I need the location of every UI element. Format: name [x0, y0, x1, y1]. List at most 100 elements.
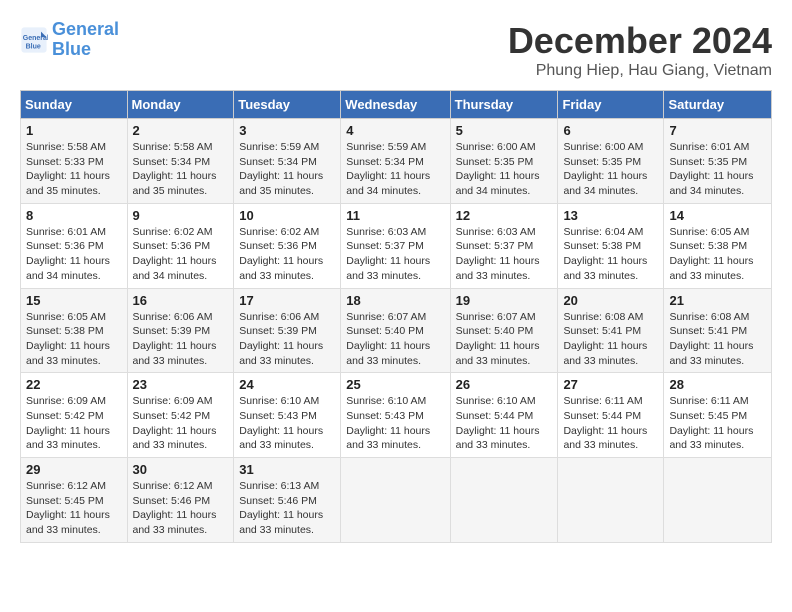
calendar-cell: 21 Sunrise: 6:08 AM Sunset: 5:41 PM Dayli…	[664, 288, 772, 373]
calendar-cell	[450, 458, 558, 543]
calendar-cell: 19Sunrise: 6:07 AM Sunset: 5:40 PM Dayli…	[450, 288, 558, 373]
day-number: 1	[26, 123, 122, 138]
day-detail: Sunrise: 6:06 AM Sunset: 5:39 PM Dayligh…	[239, 310, 335, 369]
logo: General Blue General Blue	[20, 20, 119, 60]
day-number: 3	[239, 123, 335, 138]
day-number: 2	[133, 123, 229, 138]
calendar-cell	[664, 458, 772, 543]
calendar-cell: 27Sunrise: 6:11 AM Sunset: 5:44 PM Dayli…	[558, 373, 664, 458]
day-number: 7	[669, 123, 766, 138]
day-detail: Sunrise: 6:13 AM Sunset: 5:46 PM Dayligh…	[239, 479, 335, 538]
day-number: 25	[346, 377, 444, 392]
svg-text:Blue: Blue	[26, 43, 41, 50]
day-detail: Sunrise: 6:08 AM Sunset: 5:41 PM Dayligh…	[563, 310, 658, 369]
calendar-header-row: SundayMondayTuesdayWednesdayThursdayFrid…	[21, 91, 772, 119]
day-number: 18	[346, 293, 444, 308]
day-detail: Sunrise: 6:07 AM Sunset: 5:40 PM Dayligh…	[346, 310, 444, 369]
day-detail: Sunrise: 6:09 AM Sunset: 5:42 PM Dayligh…	[26, 394, 122, 453]
calendar-subtitle: Phung Hiep, Hau Giang, Vietnam	[508, 62, 772, 80]
calendar-cell: 25 Sunrise: 6:10 AM Sunset: 5:43 PM Dayli…	[341, 373, 450, 458]
calendar-day-header: Wednesday	[341, 91, 450, 119]
calendar-cell: 28Sunrise: 6:11 AM Sunset: 5:45 PM Dayli…	[664, 373, 772, 458]
calendar-cell: 10 Sunrise: 6:02 AM Sunset: 5:36 PM Dayli…	[234, 203, 341, 288]
day-detail: Sunrise: 6:00 AM Sunset: 5:35 PM Dayligh…	[563, 140, 658, 199]
day-number: 10	[239, 208, 335, 223]
calendar-body: 1Sunrise: 5:58 AM Sunset: 5:33 PM Daylig…	[21, 119, 772, 543]
day-number: 14	[669, 208, 766, 223]
day-number: 6	[563, 123, 658, 138]
day-detail: Sunrise: 6:06 AM Sunset: 5:39 PM Dayligh…	[133, 310, 229, 369]
day-number: 28	[669, 377, 766, 392]
calendar-cell: 23Sunrise: 6:09 AM Sunset: 5:42 PM Dayli…	[127, 373, 234, 458]
calendar-day-header: Sunday	[21, 91, 128, 119]
calendar-cell: 13 Sunrise: 6:04 AM Sunset: 5:38 PM Dayli…	[558, 203, 664, 288]
logo-icon: General Blue	[20, 26, 48, 54]
day-detail: Sunrise: 6:00 AM Sunset: 5:35 PM Dayligh…	[456, 140, 553, 199]
day-detail: Sunrise: 6:02 AM Sunset: 5:36 PM Dayligh…	[239, 225, 335, 284]
day-detail: Sunrise: 6:12 AM Sunset: 5:45 PM Dayligh…	[26, 479, 122, 538]
day-detail: Sunrise: 6:12 AM Sunset: 5:46 PM Dayligh…	[133, 479, 229, 538]
page-header: General Blue General Blue December 2024 …	[20, 20, 772, 80]
day-number: 15	[26, 293, 122, 308]
day-detail: Sunrise: 6:10 AM Sunset: 5:43 PM Dayligh…	[346, 394, 444, 453]
day-detail: Sunrise: 6:01 AM Sunset: 5:36 PM Dayligh…	[26, 225, 122, 284]
day-detail: Sunrise: 6:07 AM Sunset: 5:40 PM Dayligh…	[456, 310, 553, 369]
calendar-cell: 1Sunrise: 5:58 AM Sunset: 5:33 PM Daylig…	[21, 119, 128, 204]
calendar-day-header: Monday	[127, 91, 234, 119]
day-number: 8	[26, 208, 122, 223]
day-detail: Sunrise: 6:04 AM Sunset: 5:38 PM Dayligh…	[563, 225, 658, 284]
day-detail: Sunrise: 5:59 AM Sunset: 5:34 PM Dayligh…	[346, 140, 444, 199]
calendar-week-row: 15Sunrise: 6:05 AM Sunset: 5:38 PM Dayli…	[21, 288, 772, 373]
calendar-cell: 16 Sunrise: 6:06 AM Sunset: 5:39 PM Dayli…	[127, 288, 234, 373]
day-detail: Sunrise: 5:58 AM Sunset: 5:34 PM Dayligh…	[133, 140, 229, 199]
title-block: December 2024 Phung Hiep, Hau Giang, Vie…	[508, 20, 772, 80]
logo-text: General Blue	[52, 20, 119, 60]
day-detail: Sunrise: 6:03 AM Sunset: 5:37 PM Dayligh…	[456, 225, 553, 284]
day-detail: Sunrise: 6:02 AM Sunset: 5:36 PM Dayligh…	[133, 225, 229, 284]
day-detail: Sunrise: 5:59 AM Sunset: 5:34 PM Dayligh…	[239, 140, 335, 199]
calendar-cell: 17Sunrise: 6:06 AM Sunset: 5:39 PM Dayli…	[234, 288, 341, 373]
day-number: 21	[669, 293, 766, 308]
day-detail: Sunrise: 6:10 AM Sunset: 5:44 PM Dayligh…	[456, 394, 553, 453]
calendar-cell: 26 Sunrise: 6:10 AM Sunset: 5:44 PM Dayli…	[450, 373, 558, 458]
calendar-week-row: 1Sunrise: 5:58 AM Sunset: 5:33 PM Daylig…	[21, 119, 772, 204]
calendar-day-header: Saturday	[664, 91, 772, 119]
day-number: 31	[239, 462, 335, 477]
calendar-title: December 2024	[508, 20, 772, 62]
calendar-cell: 5 Sunrise: 6:00 AM Sunset: 5:35 PM Daylig…	[450, 119, 558, 204]
calendar-cell: 22 Sunrise: 6:09 AM Sunset: 5:42 PM Dayli…	[21, 373, 128, 458]
calendar-cell: 20 Sunrise: 6:08 AM Sunset: 5:41 PM Dayli…	[558, 288, 664, 373]
day-number: 4	[346, 123, 444, 138]
day-detail: Sunrise: 6:03 AM Sunset: 5:37 PM Dayligh…	[346, 225, 444, 284]
calendar-week-row: 8 Sunrise: 6:01 AM Sunset: 5:36 PM Daylig…	[21, 203, 772, 288]
calendar-cell	[341, 458, 450, 543]
calendar-cell: 14Sunrise: 6:05 AM Sunset: 5:38 PM Dayli…	[664, 203, 772, 288]
calendar-day-header: Friday	[558, 91, 664, 119]
calendar-cell: 12 Sunrise: 6:03 AM Sunset: 5:37 PM Dayli…	[450, 203, 558, 288]
calendar-cell: 6 Sunrise: 6:00 AM Sunset: 5:35 PM Daylig…	[558, 119, 664, 204]
day-number: 13	[563, 208, 658, 223]
day-number: 24	[239, 377, 335, 392]
day-number: 22	[26, 377, 122, 392]
calendar-cell: 31 Sunrise: 6:13 AM Sunset: 5:46 PM Dayli…	[234, 458, 341, 543]
day-number: 26	[456, 377, 553, 392]
calendar-cell: 3 Sunrise: 5:59 AM Sunset: 5:34 PM Daylig…	[234, 119, 341, 204]
day-number: 5	[456, 123, 553, 138]
day-number: 11	[346, 208, 444, 223]
calendar-cell	[558, 458, 664, 543]
calendar-table: SundayMondayTuesdayWednesdayThursdayFrid…	[20, 90, 772, 543]
calendar-cell: 15Sunrise: 6:05 AM Sunset: 5:38 PM Dayli…	[21, 288, 128, 373]
calendar-cell: 29 Sunrise: 6:12 AM Sunset: 5:45 PM Dayli…	[21, 458, 128, 543]
day-detail: Sunrise: 6:08 AM Sunset: 5:41 PM Dayligh…	[669, 310, 766, 369]
day-number: 23	[133, 377, 229, 392]
day-number: 9	[133, 208, 229, 223]
calendar-cell: 2 Sunrise: 5:58 AM Sunset: 5:34 PM Daylig…	[127, 119, 234, 204]
calendar-cell: 30Sunrise: 6:12 AM Sunset: 5:46 PM Dayli…	[127, 458, 234, 543]
day-number: 16	[133, 293, 229, 308]
day-detail: Sunrise: 6:11 AM Sunset: 5:44 PM Dayligh…	[563, 394, 658, 453]
calendar-cell: 11 Sunrise: 6:03 AM Sunset: 5:37 PM Dayli…	[341, 203, 450, 288]
day-number: 12	[456, 208, 553, 223]
calendar-cell: 7Sunrise: 6:01 AM Sunset: 5:35 PM Daylig…	[664, 119, 772, 204]
day-number: 20	[563, 293, 658, 308]
day-number: 29	[26, 462, 122, 477]
